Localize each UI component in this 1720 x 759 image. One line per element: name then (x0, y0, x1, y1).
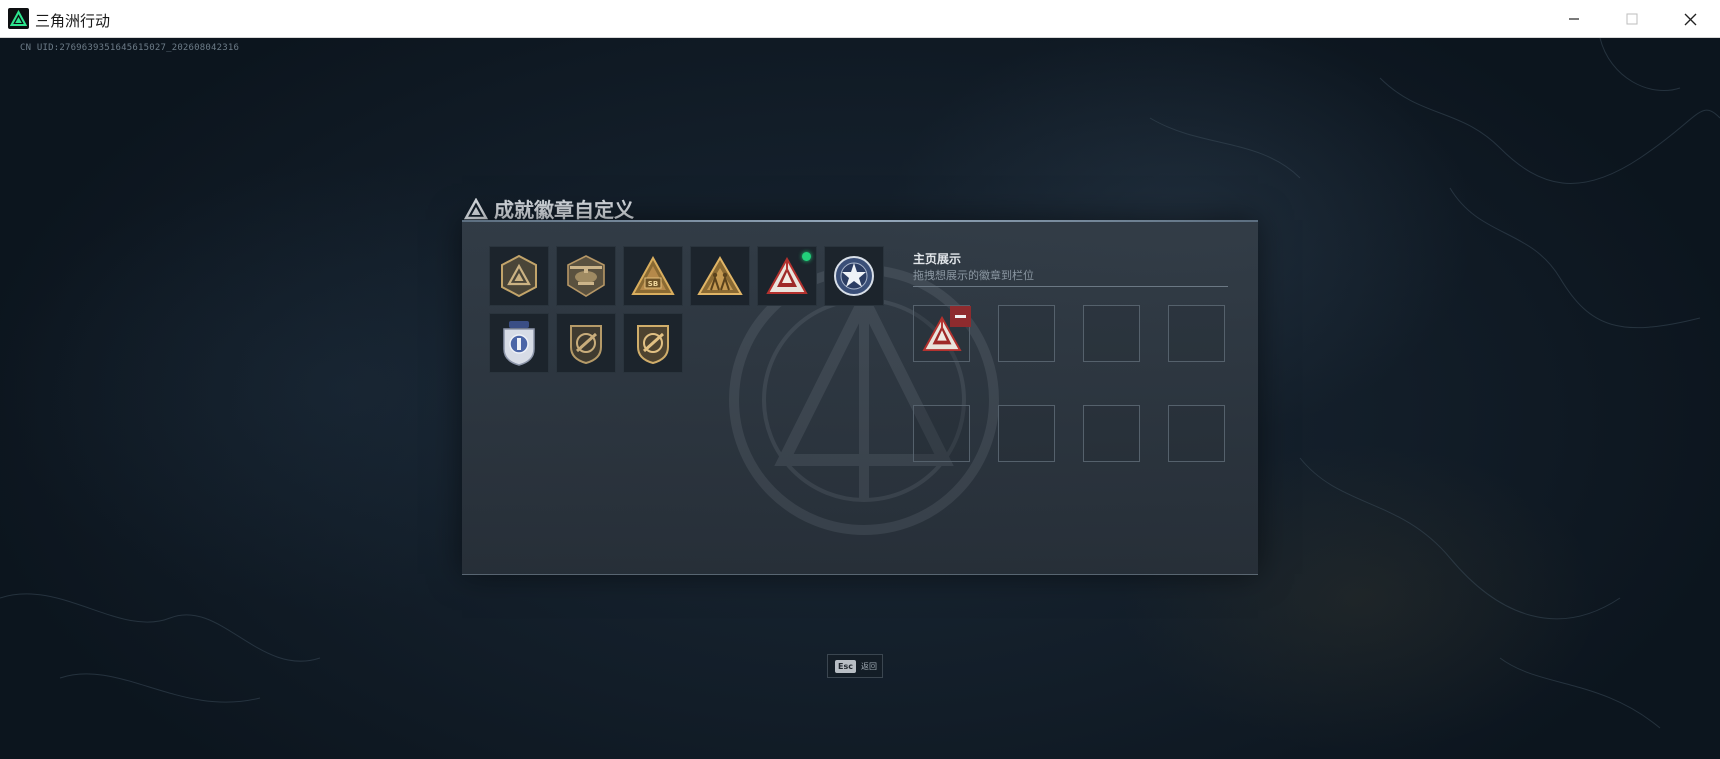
badge-customize-dialog: SB 主页展示 拖拽想展示的徽章到栏位 (462, 220, 1258, 575)
badge-gold-soldiers[interactable] (690, 246, 750, 306)
hexagon-triangle-badge-icon (501, 254, 537, 298)
helicopter-badge-icon (567, 255, 605, 297)
police-shield-badge-icon (503, 321, 535, 366)
star-wings-badge-icon (834, 256, 874, 296)
uid-label: CN UID:2769639351645615027_202608042316 (20, 43, 240, 53)
rifle-shield-badge-icon (570, 325, 602, 365)
showcase-slot-grid (913, 305, 1225, 462)
close-button[interactable] (1661, 0, 1719, 38)
remove-badge-button[interactable] (950, 306, 971, 327)
badge-rifle-shield-gold[interactable] (623, 313, 683, 373)
showcase-slot-4[interactable] (1168, 305, 1225, 362)
showcase-slot-1[interactable] (913, 305, 971, 362)
showcase-slot-6[interactable] (998, 405, 1055, 462)
badge-star-wings[interactable] (824, 246, 884, 306)
showcase-slot-5[interactable] (913, 405, 970, 462)
esc-key-hint: Esc (835, 659, 856, 673)
showcase-slot-7[interactable] (1083, 405, 1140, 462)
showcase-title: 主页展示 (913, 252, 962, 266)
badge-hexagon-triangle[interactable] (489, 246, 549, 306)
maximize-button[interactable] (1603, 0, 1661, 38)
minimize-icon (1569, 18, 1579, 20)
maximize-icon (1626, 13, 1638, 25)
badge-police-shield[interactable] (489, 313, 549, 373)
badge-inventory-grid: SB (489, 246, 884, 373)
delta-logo-icon (464, 197, 488, 219)
svg-text:SB: SB (648, 280, 658, 288)
showcase-slot-2[interactable] (998, 305, 1055, 362)
gold-triangle-sb-badge-icon: SB (631, 256, 675, 295)
red-white-triangle-badge-icon (766, 257, 808, 294)
gold-soldiers-triangle-badge-icon (697, 256, 743, 295)
badge-rifle-shield[interactable] (556, 313, 616, 373)
dialog-title: 成就徽章自定义 (494, 198, 634, 222)
rifle-shield-gold-badge-icon (637, 325, 669, 365)
esc-back-button[interactable]: Esc 返回 (827, 654, 883, 678)
showcase-subtitle: 拖拽想展示的徽章到栏位 (913, 269, 1034, 282)
badge-gold-triangle-sb[interactable]: SB (623, 246, 683, 306)
showcase-slot-3[interactable] (1083, 305, 1140, 362)
close-icon (1684, 13, 1696, 25)
dialog-header: 成就徽章自定义 (464, 194, 634, 223)
back-label: 返回 (860, 661, 877, 671)
window-title: 三角洲行动 (35, 12, 111, 30)
minus-icon (955, 315, 966, 318)
showcase-divider (913, 286, 1228, 287)
new-indicator-dot (802, 252, 811, 261)
window-titlebar: 三角洲行动 (0, 0, 1720, 38)
showcase-slot-8[interactable] (1168, 405, 1225, 462)
badge-helicopter[interactable] (556, 246, 616, 306)
minimize-button[interactable] (1545, 0, 1603, 38)
game-viewport: CN UID:2769639351645615027_202608042316 … (0, 38, 1720, 759)
badge-red-white-triangle[interactable] (757, 246, 817, 306)
app-logo-icon (8, 8, 29, 29)
